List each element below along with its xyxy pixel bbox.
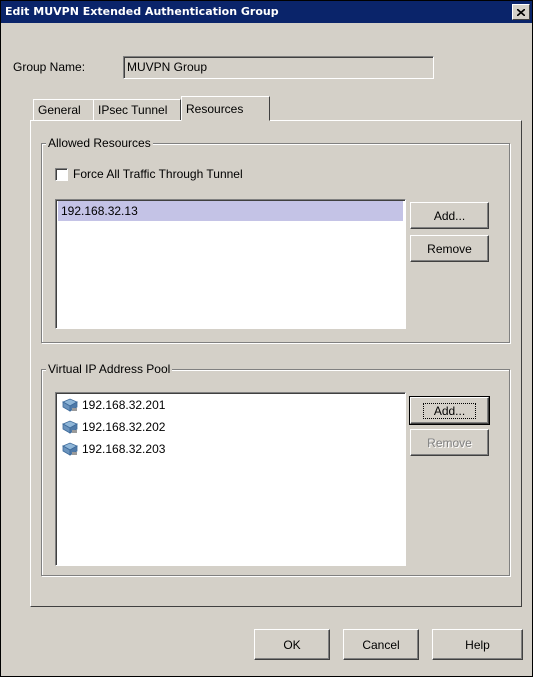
vip-address: 192.168.32.201 (82, 398, 166, 412)
list-item[interactable]: 192.168.32.203 (58, 439, 165, 459)
virtual-ip-pool-group: Virtual IP Address Pool 192.168.32.201 1… (41, 362, 510, 576)
help-button[interactable]: Help (432, 629, 523, 660)
cancel-button[interactable]: Cancel (343, 629, 419, 660)
group-name-field[interactable]: MUVPN Group (123, 56, 434, 79)
group-name-value: MUVPN Group (127, 60, 208, 74)
tab-general-label: General (38, 103, 81, 117)
vip-address: 192.168.32.203 (82, 442, 166, 456)
allowed-resources-title: Allowed Resources (46, 136, 153, 150)
close-icon (517, 8, 525, 16)
virtual-ip-pool-title: Virtual IP Address Pool (46, 362, 173, 376)
computer-icon (62, 420, 78, 435)
force-traffic-checkbox[interactable] (55, 168, 68, 181)
virtual-ip-pool-list[interactable]: 192.168.32.201 192.168.32.202 192.168.32… (55, 392, 406, 566)
tab-ipsec-tunnel-label: IPsec Tunnel (98, 103, 168, 117)
vip-add-label: Add... (422, 402, 477, 419)
computer-icon (62, 442, 78, 457)
close-button[interactable] (512, 4, 530, 20)
list-item[interactable]: 192.168.32.13 (58, 201, 403, 221)
title-bar[interactable]: Edit MUVPN Extended Authentication Group (1, 1, 532, 23)
tab-ipsec-tunnel[interactable]: IPsec Tunnel (93, 99, 181, 121)
allowed-resources-group: Allowed Resources Force All Traffic Thro… (41, 136, 510, 343)
window-title: Edit MUVPN Extended Authentication Group (5, 5, 279, 18)
tab-resources-label: Resources (186, 101, 244, 116)
vip-add-button[interactable]: Add... (409, 396, 490, 425)
force-traffic-label: Force All Traffic Through Tunnel (73, 167, 243, 181)
allowed-remove-button[interactable]: Remove (410, 235, 489, 262)
computer-icon (62, 398, 78, 413)
vip-address: 192.168.32.202 (82, 420, 166, 434)
list-item[interactable]: 192.168.32.201 (58, 395, 165, 415)
tab-resources[interactable]: Resources (181, 96, 270, 121)
allowed-add-button[interactable]: Add... (410, 202, 489, 229)
group-name-label: Group Name: (13, 60, 86, 74)
dialog-window: Edit MUVPN Extended Authentication Group… (0, 0, 533, 677)
list-item[interactable]: 192.168.32.202 (58, 417, 165, 437)
vip-remove-button[interactable]: Remove (410, 429, 489, 456)
tab-general[interactable]: General (33, 99, 96, 121)
ok-button[interactable]: OK (254, 629, 330, 660)
allowed-resources-list[interactable]: 192.168.32.13 (55, 199, 406, 329)
resources-panel: Allowed Resources Force All Traffic Thro… (30, 120, 522, 607)
